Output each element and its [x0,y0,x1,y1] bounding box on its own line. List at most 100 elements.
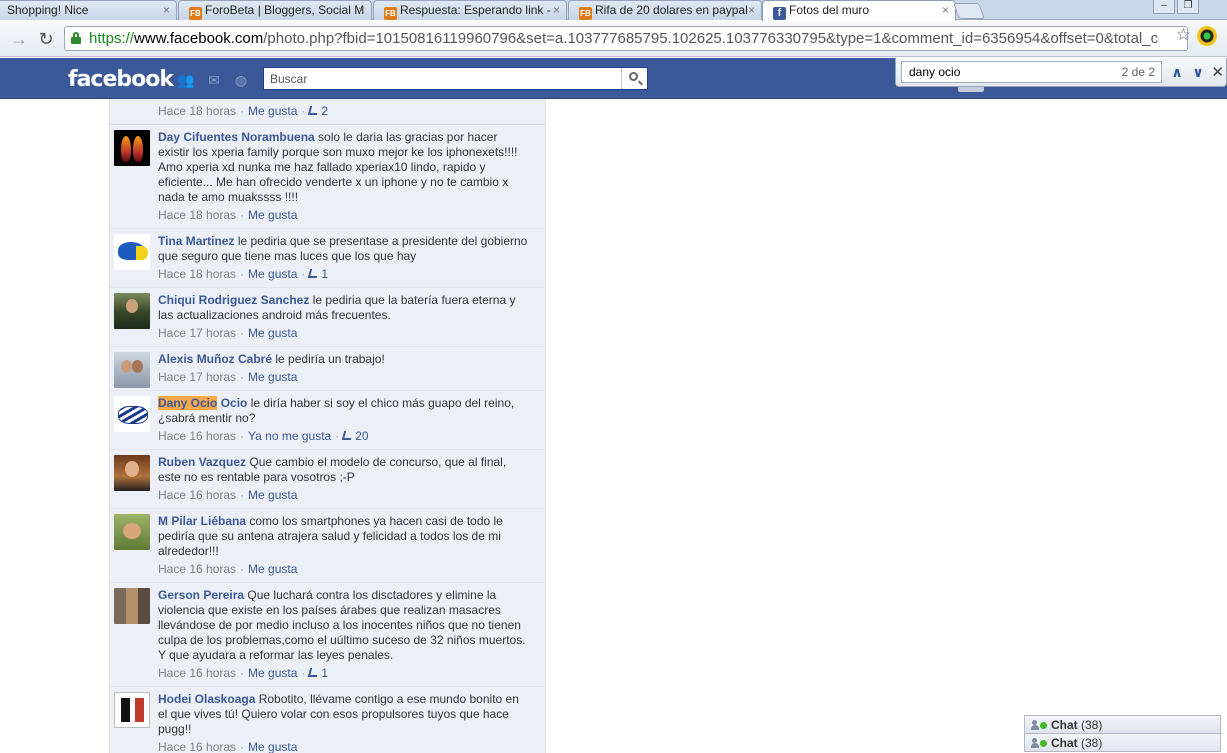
comment-item: Tina Martinez le pediria que se presenta… [110,229,545,288]
maximize-icon[interactable]: ❐ [1177,0,1199,14]
avatar[interactable] [114,352,150,388]
like-link[interactable]: Me gusta [248,562,297,576]
thumbs-up-icon [308,269,320,278]
like-link[interactable]: Me gusta [248,740,297,753]
avatar[interactable] [114,396,150,432]
comment-timestamp[interactable]: Hace 16 horas [158,488,236,502]
lock-icon [71,32,81,44]
like-link[interactable]: Me gusta [248,267,297,281]
comment-timestamp[interactable]: Hace 16 horas [158,666,236,680]
comment-timestamp[interactable]: Hace 16 horas [158,562,236,576]
tab-forobeta[interactable]: FB ForoBeta | Bloggers, Social M × [178,0,372,20]
find-close-icon[interactable]: ✕ [1211,63,1224,81]
minimize-icon[interactable]: – [1153,0,1175,14]
facebook-logo[interactable]: facebook [68,67,174,92]
messages-icon[interactable]: ✉ [205,72,223,88]
like-link[interactable]: Me gusta [248,666,297,680]
close-icon[interactable]: × [553,3,560,17]
online-dot-icon [1040,740,1047,747]
comment-author[interactable]: Day Cifuentes Norambuena [158,130,315,144]
like-count[interactable]: 20 [342,429,369,443]
like-link[interactable]: Me gusta [248,104,297,118]
avatar[interactable] [114,588,150,624]
comment-timestamp[interactable]: Hace 16 horas [158,740,236,753]
address-bar[interactable]: https://www.facebook.com/photo.php?fbid=… [64,26,1188,51]
back-arrow-icon[interactable]: → [8,28,30,50]
comment-author[interactable]: Gerson Pereira [158,588,244,602]
comment-timestamp[interactable]: Hace 17 horas [158,370,236,384]
chat-bar[interactable]: Chat (38) [1024,733,1221,752]
like-count[interactable]: 1 [308,666,328,680]
search-input[interactable] [264,68,620,89]
comment-text: M Pilar Liébana como los smartphones ya … [158,514,503,558]
person-icon [1031,738,1039,748]
find-previous-icon[interactable]: ∧ [1167,62,1187,82]
chat-bar[interactable]: Chat (38) [1024,715,1221,734]
find-next-icon[interactable]: ∨ [1188,62,1208,82]
comment-text: Dany Ocio Ocio le diría haber si soy el … [158,396,515,425]
comment-author[interactable]: M Pilar Liébana [158,514,246,528]
tab-strip: Shopping! Nice × FB ForoBeta | Bloggers, … [0,0,1227,21]
close-icon[interactable]: × [358,3,365,17]
search-button[interactable] [621,68,647,89]
avatar[interactable] [114,234,150,270]
url-text[interactable]: https://www.facebook.com/photo.php?fbid=… [89,30,1158,47]
comment-author[interactable]: Alexis Muñoz Cabré [158,352,272,366]
comment-meta: Hace 16 horas · Me gusta [158,740,298,753]
tab-shopping[interactable]: Shopping! Nice × [0,0,177,20]
comment-text: Ruben Vazquez Que cambio el modelo de co… [158,455,507,484]
forobeta-icon: FB [384,7,397,20]
like-count[interactable]: 2 [308,104,328,118]
bookmark-star-icon[interactable]: ☆ [1176,25,1191,45]
comment-meta: Hace 17 horas · Me gusta [158,326,298,340]
close-icon[interactable]: × [748,3,755,17]
comment-timestamp[interactable]: Hace 18 horas [158,208,236,222]
comment-timestamp[interactable]: Hace 16 horas [158,429,236,443]
comment-author[interactable]: Hodei Olaskoaga [158,692,255,706]
tab-fotos-del-muro[interactable]: f Fotos del muro × [762,0,956,21]
notifications-globe-icon[interactable]: ◍ [232,72,250,88]
avatar[interactable] [114,692,150,728]
avatar[interactable] [114,455,150,491]
comment-item: Ruben Vazquez Que cambio el modelo de co… [110,450,545,509]
person-icon [1031,720,1039,730]
like-link[interactable]: Me gusta [248,370,297,384]
comment-item: Alexis Muñoz Cabré le pediría un trabajo… [110,347,545,391]
comment-author[interactable]: Ruben Vazquez [158,455,246,469]
unlike-link[interactable]: Ya no me gusta [248,429,331,443]
like-link[interactable]: Me gusta [248,326,297,340]
comment-item: Dany Ocio Ocio le diría haber si soy el … [110,391,545,450]
tab-title: Fotos del muro [789,3,870,17]
like-count[interactable]: 1 [308,267,328,281]
comment-timestamp[interactable]: Hace 17 horas [158,326,236,340]
facebook-icon: f [773,7,786,20]
avatar[interactable] [114,130,150,166]
find-input[interactable]: dany ocio 2 de 2 [901,61,1162,83]
comment-timestamp[interactable]: Hace 18 horas [158,104,236,118]
close-icon[interactable]: × [163,3,170,17]
avatar[interactable] [114,293,150,329]
comment-author[interactable]: Dany Ocio Ocio [158,396,247,410]
comment-text: Gerson Pereira Que luchará contra los di… [158,588,526,662]
thumbs-up-icon [308,668,320,677]
new-tab-button[interactable] [953,3,985,19]
comment-meta: Hace 18 horas · Me gusta [158,208,298,222]
search-icon [629,72,638,81]
tab-rifa[interactable]: FB Rifa de 20 dolares en paypal × [568,0,762,20]
avatar[interactable] [114,514,150,550]
comment-author[interactable]: Tina Martinez [158,234,234,248]
tab-title: Respuesta: Esperando link - [400,3,551,17]
tab-respuesta[interactable]: FB Respuesta: Esperando link - × [373,0,567,20]
find-query: dany ocio [909,65,961,79]
friend-requests-icon[interactable]: 👥 [177,72,195,88]
comment-timestamp[interactable]: Hace 18 horas [158,267,236,281]
like-link[interactable]: Me gusta [248,488,297,502]
close-icon[interactable]: × [942,3,949,17]
forobeta-icon: FB [189,7,202,20]
like-link[interactable]: Me gusta [248,208,297,222]
extension-icon[interactable] [1197,26,1217,46]
tab-title: ForoBeta | Bloggers, Social M [205,3,365,17]
online-dot-icon [1040,722,1047,729]
reload-icon[interactable]: ↻ [35,28,57,50]
comment-author[interactable]: Chiqui Rodriguez Sanchez [158,293,309,307]
